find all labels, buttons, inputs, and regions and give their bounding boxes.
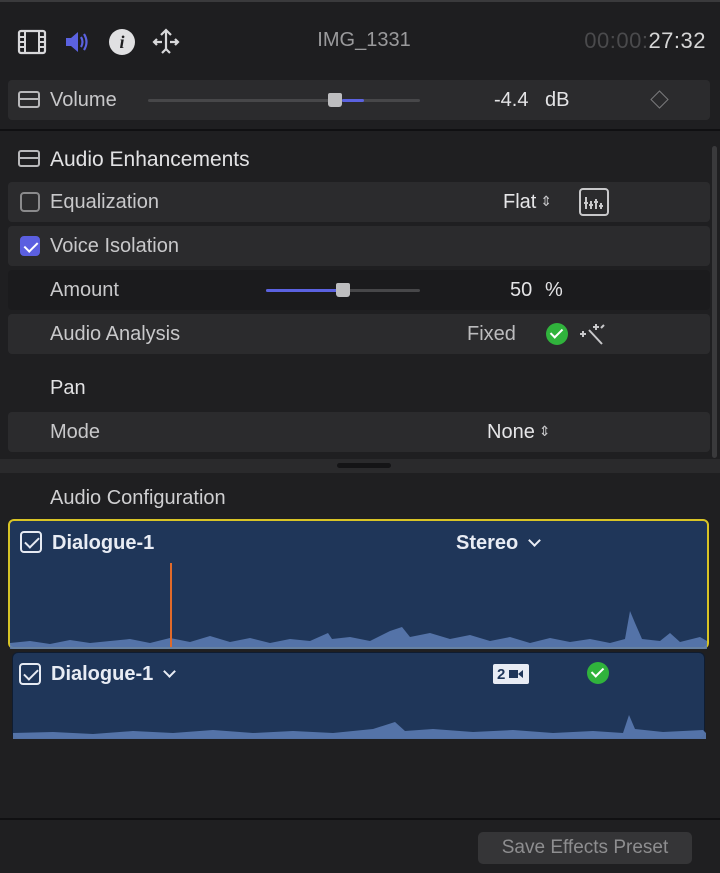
audio-configuration-title: Audio Configuration — [50, 487, 226, 509]
inspector-scrollbar[interactable] — [712, 146, 717, 458]
volume-value[interactable]: -4.4 — [494, 89, 528, 112]
volume-label: Volume — [50, 89, 117, 111]
camera-icon — [509, 670, 524, 678]
waveform-clip1 — [10, 611, 707, 649]
volume-group-icon[interactable] — [18, 91, 40, 108]
clip1-name: Dialogue-1 — [52, 532, 155, 554]
volume-slider-fill — [342, 99, 364, 102]
playhead[interactable] — [170, 563, 172, 647]
clip2-checkbox[interactable] — [19, 663, 41, 685]
volume-slider[interactable] — [148, 99, 420, 102]
equalization-checkbox[interactable] — [20, 192, 40, 212]
updown-arrows-icon: ⇕ — [540, 193, 553, 209]
keyframe-icon[interactable] — [650, 90, 669, 109]
equalization-row: Equalization Flat ⇕ — [8, 182, 710, 222]
equalization-label: Equalization — [50, 191, 159, 213]
analysis-complete-icon — [546, 323, 568, 345]
amount-unit: % — [545, 279, 563, 301]
pan-mode-row: Mode None ⇕ — [8, 412, 710, 452]
voice-isolation-checkbox[interactable] — [20, 236, 40, 256]
footer-divider — [0, 818, 720, 820]
amount-slider-fill — [266, 289, 343, 292]
audio-analysis-value: Fixed — [467, 323, 516, 345]
pan-mode-value: None — [487, 421, 535, 443]
save-effects-preset-button[interactable]: Save Effects Preset — [478, 832, 692, 864]
clip1-channel: Stereo — [456, 532, 519, 554]
audio-analysis-row: Audio Analysis Fixed — [8, 314, 710, 354]
amount-slider-knob[interactable] — [336, 283, 350, 297]
pan-mode-label: Mode — [50, 421, 101, 443]
channel-badge: 2 — [493, 664, 529, 684]
timecode-bright: 27:32 — [648, 28, 706, 53]
equalization-value: Flat — [503, 191, 537, 213]
divider — [0, 129, 720, 131]
amount-row: Amount 50 % — [8, 270, 710, 310]
volume-row: Volume -4.4 dB — [8, 80, 710, 120]
eq-graph-icon[interactable] — [579, 188, 609, 216]
inspector-header: i IMG_1331 00:00:27:32 — [0, 0, 720, 80]
timecode: 00:00:27:32 — [584, 28, 706, 54]
pan-mode-popup[interactable]: None ⇕ — [487, 421, 551, 444]
audio-enhancements-title: Audio Enhancements — [50, 148, 250, 171]
splitter-handle[interactable] — [337, 463, 391, 468]
volume-unit: dB — [545, 89, 570, 111]
volume-slider-knob[interactable] — [328, 93, 342, 107]
audio-component-clip[interactable]: Dialogue-1 2 — [12, 652, 706, 739]
audio-component-stereo[interactable]: Dialogue-1 Stereo — [8, 519, 709, 649]
amount-label: Amount — [50, 279, 119, 301]
enhancements-group-icon[interactable] — [18, 150, 40, 167]
audio-analysis-label: Audio Analysis — [50, 323, 181, 345]
equalization-popup[interactable]: Flat ⇕ — [503, 191, 552, 214]
amount-value[interactable]: 50 — [510, 279, 532, 302]
pane-splitter[interactable] — [0, 459, 720, 473]
clip2-name: Dialogue-1 — [51, 663, 154, 685]
pan-title: Pan — [50, 377, 86, 399]
updown-arrows-icon: ⇕ — [538, 423, 551, 439]
timecode-dim: 00:00: — [584, 28, 649, 53]
chevron-down-icon — [163, 665, 177, 678]
waveform-clip2 — [13, 715, 706, 739]
voice-isolation-row: Voice Isolation — [8, 226, 710, 266]
clip2-status-icon — [587, 662, 609, 684]
chevron-down-icon — [528, 534, 542, 547]
magic-wand-icon[interactable] — [576, 320, 608, 354]
clip1-checkbox[interactable] — [20, 531, 42, 553]
channel-badge-count: 2 — [497, 665, 506, 683]
clip1-channel-popup[interactable]: Stereo — [456, 532, 542, 555]
voice-isolation-label: Voice Isolation — [50, 235, 179, 257]
clip2-name-popup[interactable]: Dialogue-1 — [51, 663, 177, 686]
